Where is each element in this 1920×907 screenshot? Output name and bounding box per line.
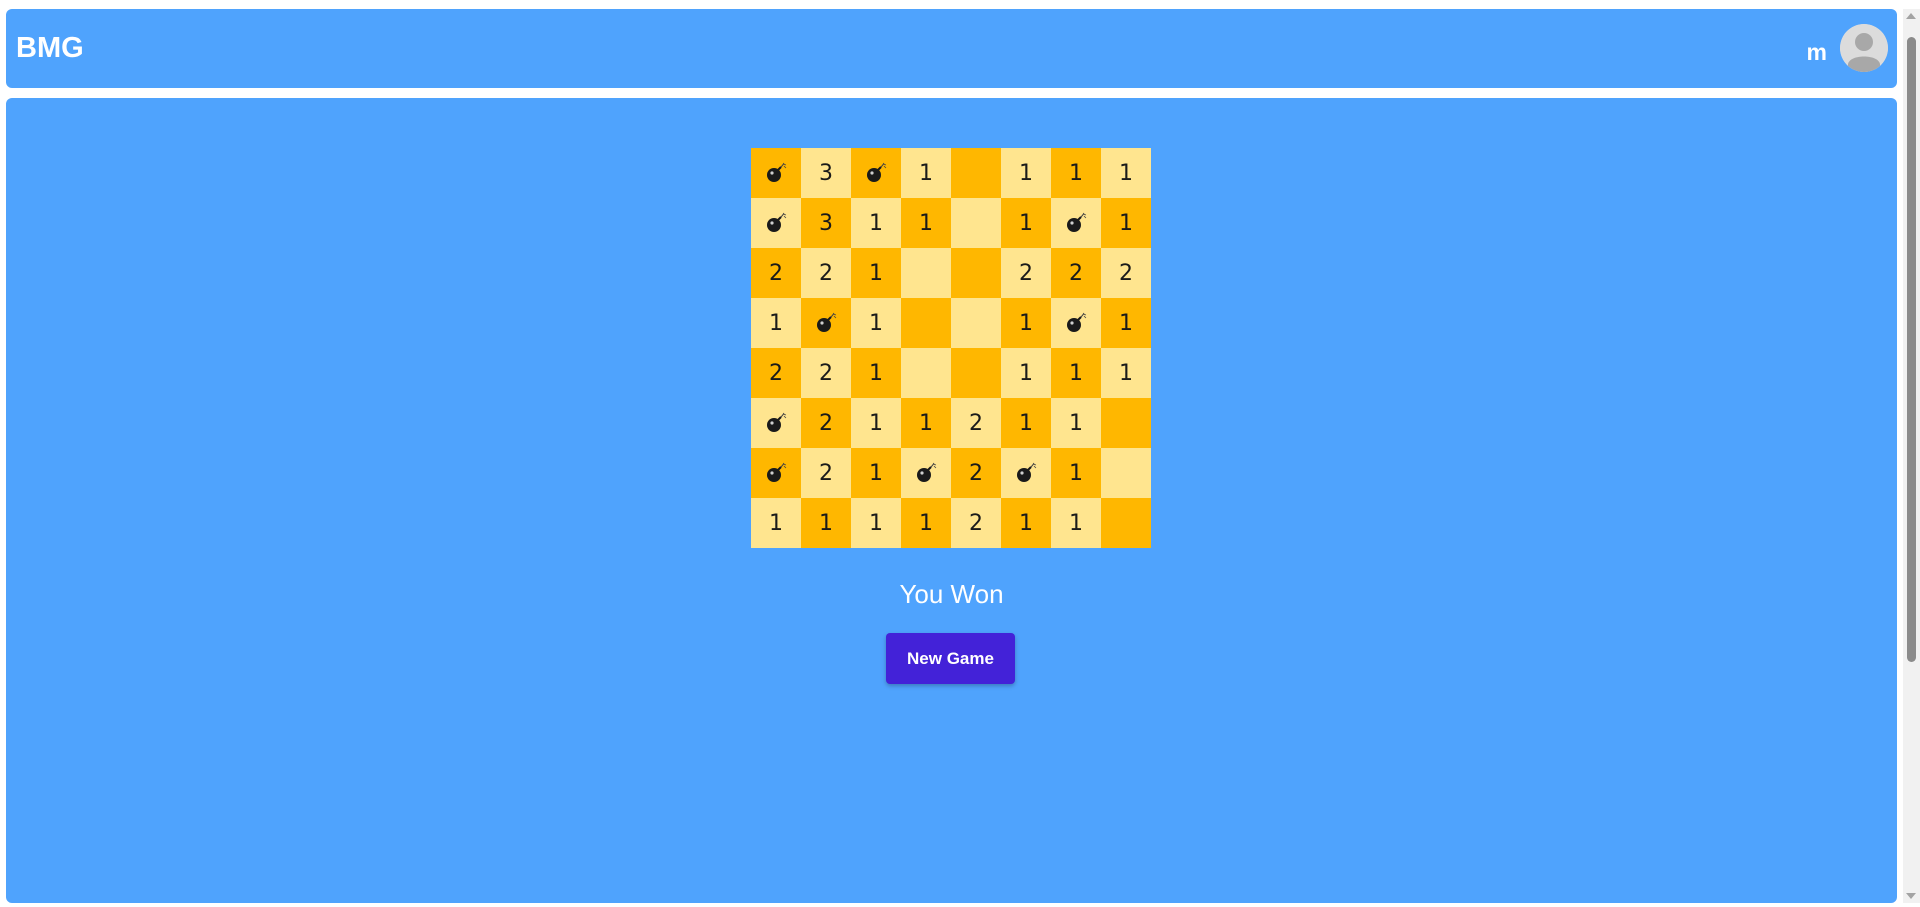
scroll-down-icon[interactable]: [1906, 893, 1916, 899]
cell-number[interactable]: 1: [1051, 148, 1101, 198]
cell-number[interactable]: 2: [801, 448, 851, 498]
bomb-icon: [1065, 312, 1087, 334]
cell-number[interactable]: 1: [1051, 398, 1101, 448]
cell-bomb[interactable]: [1051, 298, 1101, 348]
scroll-thumb[interactable]: [1907, 37, 1916, 662]
cell-empty[interactable]: [1101, 448, 1151, 498]
cell-empty[interactable]: [901, 298, 951, 348]
user-avatar-icon[interactable]: [1840, 24, 1888, 72]
cell-number[interactable]: 1: [851, 298, 901, 348]
bomb-icon: [865, 162, 887, 184]
cell-bomb[interactable]: [1001, 448, 1051, 498]
cell-number[interactable]: 1: [851, 248, 901, 298]
cell-number[interactable]: 2: [951, 448, 1001, 498]
cell-number[interactable]: 2: [751, 248, 801, 298]
cell-number[interactable]: 2: [1051, 248, 1101, 298]
cell-number[interactable]: 1: [851, 348, 901, 398]
cell-number[interactable]: 1: [901, 398, 951, 448]
cell-empty[interactable]: [1101, 498, 1151, 548]
game-status: You Won: [899, 579, 1004, 609]
cell-empty[interactable]: [951, 248, 1001, 298]
cell-bomb[interactable]: [751, 398, 801, 448]
cell-number[interactable]: 1: [1101, 348, 1151, 398]
game-area: 3111131111221222111122111121121121211111…: [6, 98, 1897, 903]
cell-bomb[interactable]: [801, 298, 851, 348]
cell-number[interactable]: 2: [951, 498, 1001, 548]
new-game-button[interactable]: New Game: [886, 633, 1015, 684]
cell-number[interactable]: 2: [751, 348, 801, 398]
cell-number[interactable]: 1: [851, 448, 901, 498]
cell-number[interactable]: 1: [1001, 398, 1051, 448]
app-brand[interactable]: BMG: [16, 31, 84, 65]
cell-number[interactable]: 1: [1101, 148, 1151, 198]
cell-bomb[interactable]: [751, 448, 801, 498]
cell-number[interactable]: 1: [1001, 498, 1051, 548]
cell-bomb[interactable]: [851, 148, 901, 198]
cell-number[interactable]: 1: [801, 498, 851, 548]
bomb-icon: [765, 212, 787, 234]
cell-number[interactable]: 1: [901, 498, 951, 548]
cell-number[interactable]: 3: [801, 198, 851, 248]
cell-number[interactable]: 2: [801, 248, 851, 298]
cell-number[interactable]: 1: [851, 198, 901, 248]
cell-number[interactable]: 1: [1051, 498, 1101, 548]
cell-bomb[interactable]: [751, 198, 801, 248]
cell-number[interactable]: 2: [951, 398, 1001, 448]
bomb-icon: [815, 312, 837, 334]
cell-number[interactable]: 1: [751, 298, 801, 348]
bomb-icon: [765, 462, 787, 484]
cell-number[interactable]: 1: [1001, 348, 1051, 398]
cell-bomb[interactable]: [901, 448, 951, 498]
cell-empty[interactable]: [901, 248, 951, 298]
cell-empty[interactable]: [951, 148, 1001, 198]
cell-empty[interactable]: [951, 198, 1001, 248]
scroll-up-icon[interactable]: [1906, 13, 1916, 19]
cell-number[interactable]: 1: [1001, 298, 1051, 348]
cell-number[interactable]: 1: [1001, 148, 1051, 198]
cell-number[interactable]: 1: [751, 498, 801, 548]
cell-number[interactable]: 1: [901, 198, 951, 248]
cell-bomb[interactable]: [751, 148, 801, 198]
cell-number[interactable]: 1: [1101, 298, 1151, 348]
cell-empty[interactable]: [901, 348, 951, 398]
cell-number[interactable]: 2: [1101, 248, 1151, 298]
cell-number[interactable]: 1: [1001, 198, 1051, 248]
cell-number[interactable]: 1: [901, 148, 951, 198]
cell-number[interactable]: 3: [801, 148, 851, 198]
cell-number[interactable]: 2: [801, 348, 851, 398]
cell-empty[interactable]: [1101, 398, 1151, 448]
app-header: BMG m: [6, 9, 1897, 88]
cell-number[interactable]: 1: [851, 398, 901, 448]
cell-number[interactable]: 2: [1001, 248, 1051, 298]
user-name: m: [1806, 39, 1827, 65]
bomb-icon: [915, 462, 937, 484]
cell-bomb[interactable]: [1051, 198, 1101, 248]
page-scrollbar[interactable]: [1903, 9, 1920, 903]
bomb-icon: [1065, 212, 1087, 234]
cell-empty[interactable]: [951, 348, 1001, 398]
cell-number[interactable]: 1: [1051, 348, 1101, 398]
bomb-icon: [765, 162, 787, 184]
bomb-icon: [1015, 462, 1037, 484]
cell-number[interactable]: 1: [1101, 198, 1151, 248]
cell-number[interactable]: 1: [851, 498, 901, 548]
cell-number[interactable]: 2: [801, 398, 851, 448]
cell-number[interactable]: 1: [1051, 448, 1101, 498]
minesweeper-board: 3111131111221222111122111121121121211111…: [751, 148, 1151, 548]
bomb-icon: [765, 412, 787, 434]
cell-empty[interactable]: [951, 298, 1001, 348]
